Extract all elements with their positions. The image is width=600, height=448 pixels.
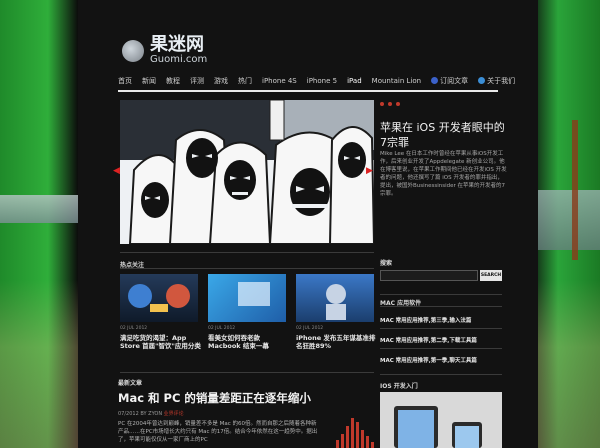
mac-app-link[interactable]: MAC 常用应用推荐,第二季,下载工具篇 <box>380 336 477 344</box>
rss-label: 订阅文章 <box>440 77 469 85</box>
nav-item-iphone5[interactable]: iPhone 5 <box>307 77 337 85</box>
hot-item-title[interactable]: iPhone 发布五年谋基准排名狂胜89% <box>296 334 380 350</box>
hot-item-thumbnail[interactable] <box>120 274 198 322</box>
ios-intro-image[interactable] <box>380 392 502 448</box>
latest-article-meta: 07/2012 BY ZYON 业界评论 <box>118 410 184 417</box>
hot-item-thumbnail[interactable] <box>296 274 374 322</box>
slideshow-prev-icon[interactable]: ◀ <box>113 166 120 176</box>
section-divider <box>120 268 374 269</box>
main-nav: 首页 新闻 教程 评测 游戏 热门 iPhone 4S iPhone 5 iPa… <box>118 74 538 88</box>
section-latest-label: 最新文章 <box>118 380 143 387</box>
hot-item-date: 02 JUL 2012 <box>208 326 236 331</box>
section-divider <box>120 372 374 373</box>
hot-item-date: 02 JUL 2012 <box>120 326 148 331</box>
nav-item-games[interactable]: 游戏 <box>214 76 228 86</box>
latest-article-date: 07/2012 <box>118 411 139 417</box>
nav-item-news[interactable]: 新闻 <box>142 76 156 86</box>
slide-dot[interactable] <box>380 102 384 106</box>
featured-slideshow-image[interactable] <box>120 100 374 244</box>
latest-article-title[interactable]: Mac 和 PC 的销量差距正在逐年缩小 <box>118 390 311 406</box>
site-name-cn: 果迷网 <box>150 34 204 55</box>
site-logo[interactable]: 果迷网 Guomi.com <box>122 36 207 65</box>
nav-item-mountain-lion[interactable]: Mountain Lion <box>372 77 421 85</box>
slideshow-next-icon[interactable]: ▶ <box>366 166 373 176</box>
rss-link[interactable]: 订阅文章 <box>431 76 468 86</box>
slide-dot[interactable] <box>396 102 400 106</box>
hot-item-title[interactable]: 满足吃货的渴望：App Store 首届"智饮"应用分类 <box>120 334 204 350</box>
contact-link[interactable]: 关于我们 <box>478 76 515 86</box>
nav-item-reviews[interactable]: 评测 <box>190 76 204 86</box>
slideshow-indicator <box>380 102 400 106</box>
sidebar-divider <box>380 348 502 349</box>
nav-item-tutorials[interactable]: 教程 <box>166 76 180 86</box>
wallpaper-bridge-left <box>0 195 90 223</box>
nav-divider <box>118 90 498 92</box>
rss-icon <box>431 77 439 84</box>
mac-app-link[interactable]: MAC 常用应用推荐,第一季,聊天工具篇 <box>380 356 477 364</box>
apple-logo-icon <box>122 39 144 62</box>
site-name-en: Guomi.com <box>150 54 208 65</box>
hot-item-thumbnail[interactable] <box>208 274 286 322</box>
sidebar-divider <box>380 328 502 329</box>
slide-dot[interactable] <box>388 102 392 106</box>
featured-title[interactable]: 苹果在 iOS 开发者眼中的7宗罪 <box>380 120 510 150</box>
contact-label: 关于我们 <box>487 77 516 85</box>
section-search-label: 搜索 <box>380 260 393 267</box>
sidebar-divider <box>380 374 502 375</box>
wallpaper-bridge-right <box>530 190 600 250</box>
latest-article-category[interactable]: 业界评论 <box>164 411 184 417</box>
section-divider <box>120 252 374 253</box>
search-button[interactable]: SEARCH <box>480 270 502 281</box>
latest-article-excerpt: PC 在2004年曾达到巅峰，销量差不多是 Mac 的60倍。然而自那之后随着各… <box>118 421 318 443</box>
sidebar-divider <box>380 306 502 307</box>
featured-excerpt: Mike Lee 在日本工作时曾经在苹果从事iOS开发工作，后来创业开发了App… <box>380 151 507 197</box>
nav-item-iphone4s[interactable]: iPhone 4S <box>262 77 297 85</box>
sidebar-divider <box>380 294 502 295</box>
hot-item-date: 02 JUL 2012 <box>296 326 324 331</box>
latest-article-chart-image <box>334 412 378 448</box>
nav-item-hot[interactable]: 热门 <box>238 76 252 86</box>
section-ios-intro-label: IOS 开发入门 <box>380 383 418 390</box>
nav-item-ipad[interactable]: iPad <box>347 77 362 85</box>
nav-item-home[interactable]: 首页 <box>118 76 132 86</box>
hot-item-title[interactable]: 看美女如何吞老款 Macbook 结束一幕 <box>208 334 292 350</box>
latest-article-author: BY ZYON <box>140 411 163 417</box>
mac-app-link[interactable]: MAC 常用应用推荐,第三季,输入法篇 <box>380 316 471 324</box>
search-input[interactable] <box>380 270 478 281</box>
browser-screen: 果迷网 Guomi.com 首页 新闻 教程 评测 游戏 热门 iPhone 4… <box>78 0 538 448</box>
contact-icon <box>478 77 486 84</box>
wallpaper-bridge-tower <box>572 120 578 260</box>
